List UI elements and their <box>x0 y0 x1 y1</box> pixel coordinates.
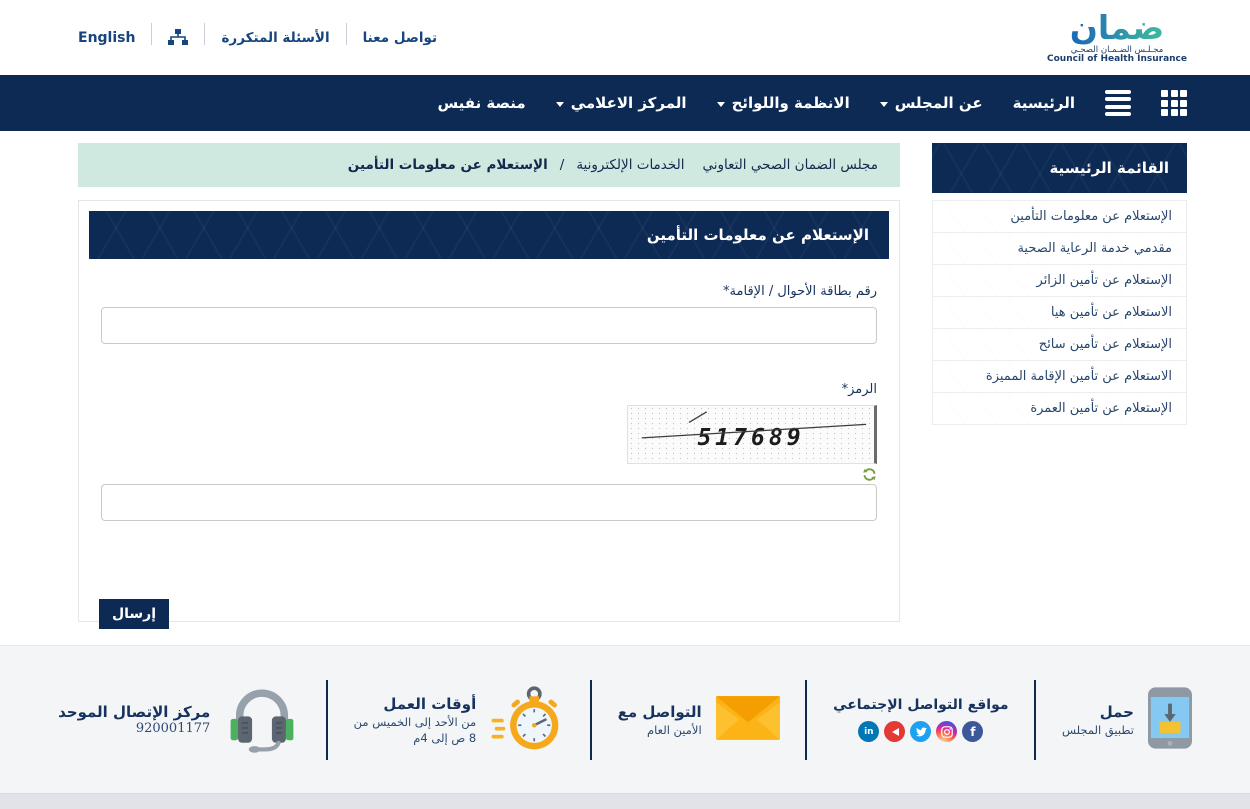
main-menu-sidebar: القائمة الرئيسية الإستعلام عن معلومات ال… <box>932 143 1187 425</box>
content-area: القائمة الرئيسية الإستعلام عن معلومات ال… <box>0 131 1250 645</box>
footer-divider <box>326 680 328 760</box>
call-center-title: مركز الإتصال الموحد <box>58 703 210 721</box>
sidebar-item-insurance-info[interactable]: الإستعلام عن معلومات التأمين <box>933 201 1186 233</box>
contact-secretary-subtitle[interactable]: الأمين العام <box>647 723 702 737</box>
inquiry-form-card: الإستعلام عن معلومات التأمين رقم بطاقة ا… <box>78 200 900 622</box>
twitter-icon[interactable] <box>910 721 931 742</box>
sidebar-item-healthcare-providers[interactable]: مقدمي خدمة الرعاية الصحية <box>933 233 1186 265</box>
form-body: رقم بطاقة الأحوال / الإقامة* الرمز* 5176… <box>89 259 889 521</box>
main-navbar: الرئيسية عن المجلس الانظمة واللوائح المر… <box>0 75 1250 131</box>
breadcrumb-current: الإستعلام عن معلومات التأمين <box>348 157 548 173</box>
captcha-refresh-icon[interactable] <box>862 467 877 482</box>
instagram-icon[interactable] <box>936 721 957 742</box>
footer: حمل تطبيق المجلس مواقع التواصل الإجتماعي… <box>0 645 1250 809</box>
envelope-icon <box>716 696 780 744</box>
youtube-icon[interactable] <box>884 721 905 742</box>
sidebar-item-tourist-insurance[interactable]: الإستعلام عن تأمين سائح <box>933 329 1186 361</box>
stopwatch-icon <box>490 682 564 758</box>
chevron-down-icon <box>556 102 564 107</box>
main-column: مجلس الضمان الصحي التعاوني الخدمات الإلك… <box>78 143 900 622</box>
sidebar-item-premium-residency-insurance[interactable]: الاستعلام عن تأمين الإقامة المميزة <box>933 361 1186 393</box>
working-hours-days: من الأحد إلى الخميس من <box>354 715 477 729</box>
id-number-input[interactable] <box>101 307 877 344</box>
language-switch-link[interactable]: English <box>78 30 135 46</box>
chevron-down-icon <box>717 102 725 107</box>
captcha-input[interactable] <box>101 484 877 521</box>
captcha-label: الرمز* <box>101 382 877 397</box>
breadcrumb-root[interactable]: مجلس الضمان الصحي التعاوني <box>702 157 878 173</box>
sidebar-title: القائمة الرئيسية <box>932 143 1187 193</box>
contact-secretary-section: التواصل مع الأمين العام <box>618 696 780 744</box>
download-app-subtitle[interactable]: تطبيق المجلس <box>1062 723 1134 737</box>
footer-divider <box>1034 680 1036 760</box>
sidebar-item-visitor-insurance[interactable]: الإستعلام عن تأمين الزائر <box>933 265 1186 297</box>
divider <box>151 23 152 45</box>
logo-name-english: Council of Health Insurance <box>1047 55 1187 64</box>
apps-grid-icon[interactable] <box>1161 90 1187 116</box>
nav-regulations[interactable]: الانظمة واللوائح <box>717 94 850 112</box>
download-app-title: حمل <box>1100 703 1134 721</box>
sidebar-item-haya-insurance[interactable]: الاستعلام عن تأمين هيا <box>933 297 1186 329</box>
contact-secretary-title: التواصل مع <box>618 703 702 721</box>
call-center-phone[interactable]: 920001177 <box>136 721 210 736</box>
captcha-noise-lines <box>628 406 874 463</box>
id-number-label: رقم بطاقة الأحوال / الإقامة* <box>101 284 877 299</box>
chevron-down-icon <box>880 102 888 107</box>
divider <box>346 23 347 45</box>
mobile-app-icon <box>1148 687 1192 753</box>
page: ضمان مجـلـس الضـمـان الصحـي Council of H… <box>0 0 1250 809</box>
footer-row: حمل تطبيق المجلس مواقع التواصل الإجتماعي… <box>0 646 1250 793</box>
headset-icon <box>224 682 300 758</box>
sidebar-list: الإستعلام عن معلومات التأمين مقدمي خدمة … <box>932 200 1187 425</box>
call-center-section: مركز الإتصال الموحد 920001177 <box>58 682 300 758</box>
captcha-image: 517689 <box>627 405 877 464</box>
download-app-section: حمل تطبيق المجلس <box>1062 687 1192 753</box>
working-hours-times: 8 ص إلى 4م <box>413 731 476 745</box>
council-logo[interactable]: ضمان مجـلـس الضـمـان الصحـي Council of H… <box>1047 11 1187 65</box>
nav-home[interactable]: الرئيسية <box>1013 94 1075 112</box>
menu-icon[interactable] <box>1105 90 1131 116</box>
topbar-links: تواصل معنا الأسئلة المتكررة English <box>78 29 437 47</box>
logo-brand-text: ضمان <box>1070 11 1165 46</box>
footer-divider <box>590 680 592 760</box>
form-title: الإستعلام عن معلومات التأمين <box>89 211 889 259</box>
topbar: ضمان مجـلـس الضـمـان الصحـي Council of H… <box>0 0 1250 75</box>
social-media-title: مواقع التواصل الإجتماعي <box>833 697 1009 713</box>
breadcrumb-separator: / <box>560 157 565 173</box>
breadcrumb: مجلس الضمان الصحي التعاوني الخدمات الإلك… <box>78 143 900 187</box>
social-icons-row: f in <box>858 721 983 742</box>
nav-media-center[interactable]: المركز الاعلامي <box>556 94 687 112</box>
working-hours-title: أوقات العمل <box>383 695 476 713</box>
sitemap-icon[interactable] <box>168 29 188 47</box>
social-media-section: مواقع التواصل الإجتماعي f <box>833 697 1009 742</box>
breadcrumb-section[interactable]: الخدمات الإلكترونية <box>576 157 684 173</box>
contact-us-link[interactable]: تواصل معنا <box>363 30 438 46</box>
faq-link[interactable]: الأسئلة المتكررة <box>221 30 329 46</box>
submit-button[interactable]: إرسال <box>99 599 169 629</box>
captcha-refresh-row <box>101 465 877 483</box>
working-hours-section: أوقات العمل من الأحد إلى الخميس من 8 ص إ… <box>354 682 565 758</box>
footer-bottom-strip <box>0 793 1250 809</box>
divider <box>204 23 205 45</box>
nav-nafees-platform[interactable]: منصة نفيس <box>437 94 525 112</box>
facebook-icon[interactable]: f <box>962 721 983 742</box>
footer-divider <box>805 680 807 760</box>
nav-about-council[interactable]: عن المجلس <box>880 94 983 112</box>
linkedin-icon[interactable]: in <box>858 721 879 742</box>
sidebar-item-umrah-insurance[interactable]: الإستعلام عن تأمين العمرة <box>933 393 1186 425</box>
